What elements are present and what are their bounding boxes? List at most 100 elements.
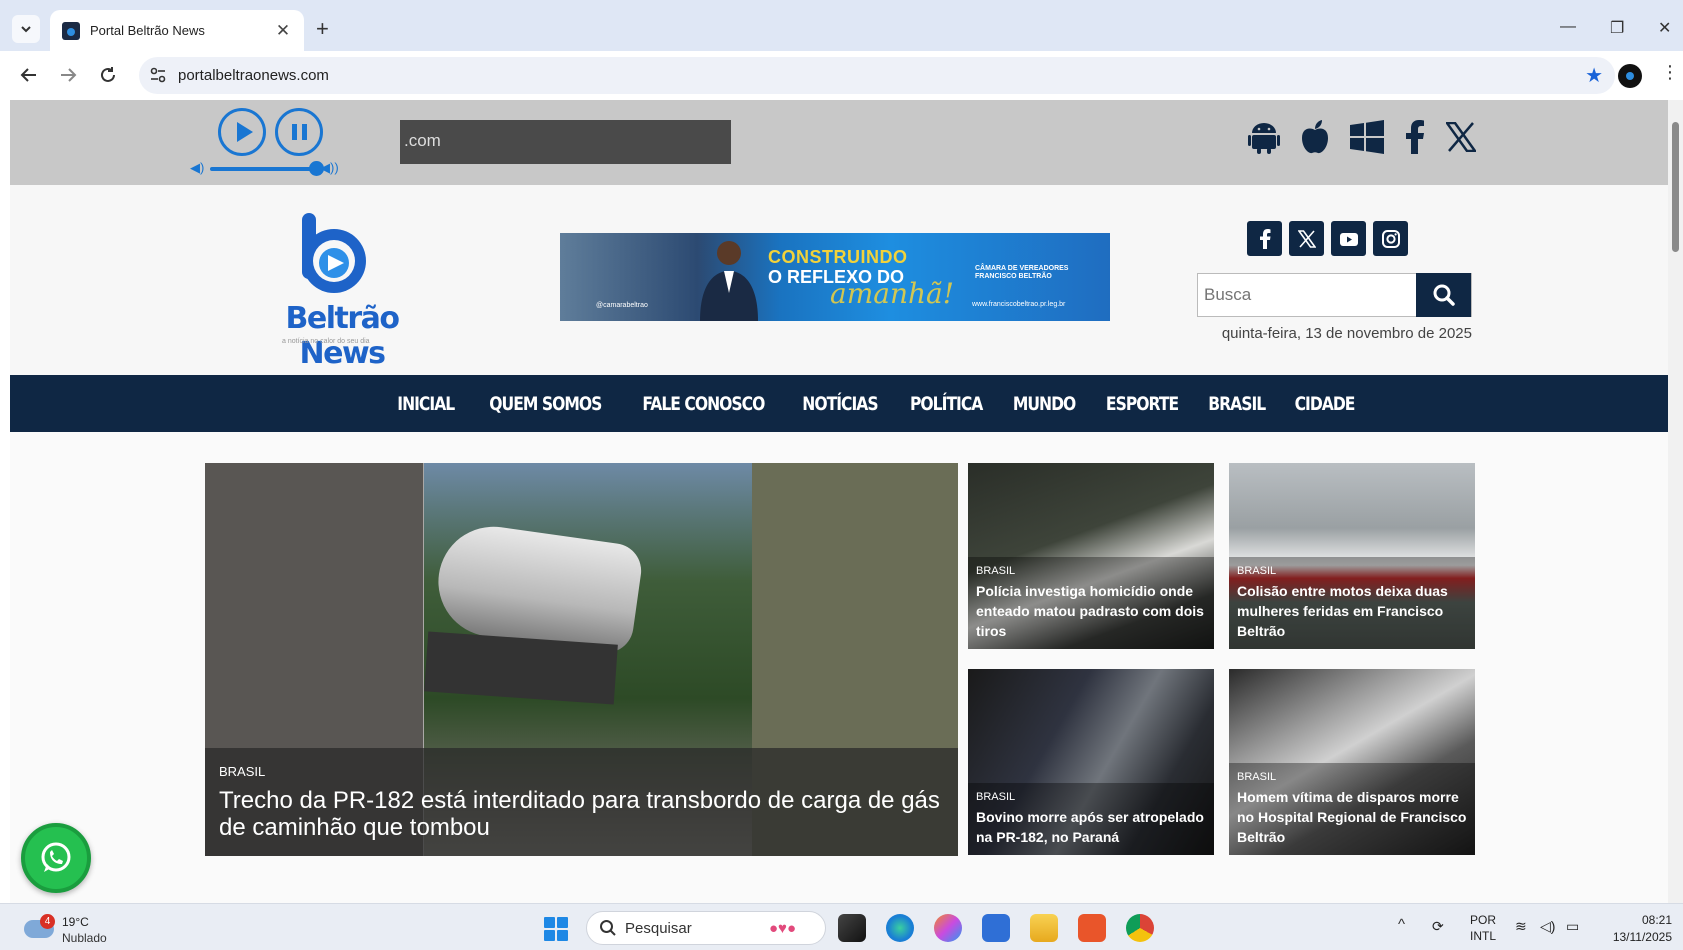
nav-item-mundo[interactable]: MUNDO bbox=[1013, 393, 1076, 415]
news-grid: BRASIL Trecho da PR-182 está interditado… bbox=[10, 432, 1678, 903]
banner-institution: CÂMARA DE VEREADORES FRANCISCO BELTRÃO bbox=[975, 265, 1069, 280]
reader-app-icon[interactable] bbox=[1078, 914, 1106, 942]
news-card-caption: BRASIL Colisão entre motos deixa duas mu… bbox=[1229, 557, 1475, 649]
x-twitter-icon[interactable] bbox=[1289, 221, 1324, 256]
nav-item-cidade[interactable]: CIDADE bbox=[1294, 393, 1355, 415]
edge-browser-icon[interactable] bbox=[886, 914, 914, 942]
featured-story[interactable]: BRASIL Trecho da PR-182 está interditado… bbox=[205, 463, 958, 856]
browser-menu-icon[interactable]: ⋮ bbox=[1661, 63, 1679, 81]
search-input[interactable] bbox=[1198, 274, 1418, 316]
page-viewport: ◀) ◀)) .com Beltrão News a notícia no ca… bbox=[10, 100, 1678, 903]
windows-logo-icon bbox=[544, 917, 555, 928]
news-card[interactable]: BRASIL Polícia investiga homicídio onde … bbox=[968, 463, 1214, 649]
wifi-icon[interactable]: ≋ bbox=[1515, 918, 1527, 935]
sync-icon[interactable]: ⟳ bbox=[1432, 918, 1444, 935]
featured-story-title[interactable]: Trecho da PR-182 está interditado para t… bbox=[219, 787, 944, 841]
news-card-category[interactable]: BRASIL bbox=[976, 791, 1206, 803]
battery-icon[interactable]: ▭ bbox=[1566, 918, 1579, 935]
facebook-icon[interactable] bbox=[1247, 221, 1282, 256]
tray-overflow-icon[interactable]: ^ bbox=[1398, 916, 1405, 933]
news-card-category[interactable]: BRASIL bbox=[1237, 771, 1467, 783]
news-card-title[interactable]: Polícia investiga homicídio onde enteado… bbox=[976, 581, 1206, 641]
profile-avatar[interactable] bbox=[1618, 64, 1642, 88]
news-card-title[interactable]: Homem vítima de disparos morre no Hospit… bbox=[1237, 787, 1467, 847]
tab-list-button[interactable] bbox=[12, 15, 40, 43]
input-language[interactable]: POR INTL bbox=[1470, 912, 1496, 944]
browser-tab-bar: Portal Beltrão News ✕ + — ❐ ✕ bbox=[0, 0, 1683, 51]
tab-close-icon[interactable]: ✕ bbox=[274, 21, 292, 41]
search-icon bbox=[600, 920, 616, 936]
nav-item-inicial[interactable]: INICIAL bbox=[397, 393, 455, 415]
copilot-icon[interactable] bbox=[934, 914, 962, 942]
scrollbar-thumb[interactable] bbox=[1672, 122, 1679, 252]
facebook-icon[interactable] bbox=[1404, 120, 1426, 154]
news-card-category[interactable]: BRASIL bbox=[1237, 565, 1467, 577]
banner-handle: @camarabeltrao bbox=[596, 302, 648, 309]
news-card[interactable]: BRASIL Colisão entre motos deixa duas mu… bbox=[1229, 463, 1475, 649]
clock-date: 13/11/2025 bbox=[1612, 930, 1672, 944]
task-view-icon[interactable] bbox=[838, 914, 866, 942]
logo-tagline: a notícia no calor do seu dia bbox=[282, 338, 370, 345]
instagram-icon[interactable] bbox=[1373, 221, 1408, 256]
apple-icon[interactable] bbox=[1300, 120, 1330, 154]
reload-icon[interactable] bbox=[96, 63, 120, 87]
address-bar[interactable]: portalbeltraonews.com ★ bbox=[139, 57, 1615, 94]
pause-button[interactable] bbox=[275, 108, 323, 156]
language-code: POR bbox=[1470, 913, 1497, 927]
file-explorer-icon[interactable] bbox=[1030, 914, 1058, 942]
bookmark-star-icon[interactable]: ★ bbox=[1585, 63, 1603, 88]
whatsapp-button[interactable] bbox=[21, 823, 91, 893]
nav-item-quem-somos[interactable]: QUEM SOMOS bbox=[489, 393, 602, 415]
news-card[interactable]: BRASIL Bovino morre após ser atropelado … bbox=[968, 669, 1214, 855]
news-card[interactable]: BRASIL Homem vítima de disparos morre no… bbox=[1229, 669, 1475, 855]
windows-icon[interactable] bbox=[1350, 120, 1384, 154]
banner-person-illustration bbox=[700, 241, 758, 321]
volume-slider[interactable] bbox=[210, 167, 318, 171]
site-settings-icon[interactable] bbox=[149, 66, 167, 89]
page-scrollbar[interactable] bbox=[1668, 100, 1683, 903]
taskbar-search-label: Pesquisar bbox=[625, 920, 692, 937]
truck-chassis-shape bbox=[424, 631, 618, 705]
volume-mute-icon[interactable]: ◀) bbox=[190, 160, 204, 176]
start-button[interactable] bbox=[544, 917, 568, 941]
close-window-icon[interactable]: ✕ bbox=[1658, 18, 1671, 38]
nav-item-brasil[interactable]: BRASIL bbox=[1209, 393, 1267, 415]
x-twitter-icon[interactable] bbox=[1446, 122, 1476, 152]
chrome-icon[interactable] bbox=[1126, 914, 1154, 942]
taskbar-search[interactable]: Pesquisar ●♥● bbox=[586, 911, 826, 945]
windows-taskbar: 4 19°C Nublado Pesquisar ●♥● ^ ⟳ POR INT… bbox=[0, 903, 1683, 950]
microsoft-store-icon[interactable] bbox=[982, 914, 1010, 942]
clock-time: 08:21 bbox=[1641, 913, 1672, 927]
logo-mark-icon bbox=[302, 213, 366, 293]
news-card-title[interactable]: Bovino morre após ser atropelado na PR-1… bbox=[976, 807, 1206, 847]
banner-url: www.franciscobeltrao.pr.leg.br bbox=[972, 301, 1066, 308]
youtube-icon[interactable] bbox=[1331, 221, 1366, 256]
site-search bbox=[1197, 273, 1472, 317]
new-tab-plus-icon[interactable]: + bbox=[316, 16, 329, 42]
news-card-title[interactable]: Colisão entre motos deixa duas mulheres … bbox=[1237, 581, 1467, 641]
nav-item-política[interactable]: POLÍTICA bbox=[910, 393, 983, 415]
news-card-category[interactable]: BRASIL bbox=[976, 565, 1206, 577]
site-favicon-icon bbox=[62, 21, 80, 40]
android-icon[interactable] bbox=[1248, 120, 1280, 154]
minimize-icon[interactable]: — bbox=[1560, 18, 1576, 36]
system-clock[interactable]: 08:21 13/11/2025 bbox=[1600, 912, 1672, 946]
featured-story-category[interactable]: BRASIL bbox=[219, 764, 944, 779]
nav-item-notícias[interactable]: NOTÍCIAS bbox=[802, 393, 878, 415]
back-arrow-icon[interactable] bbox=[17, 63, 41, 87]
nav-item-esporte[interactable]: ESPORTE bbox=[1106, 393, 1179, 415]
news-card-caption: BRASIL Homem vítima de disparos morre no… bbox=[1229, 763, 1475, 855]
chevron-down-icon bbox=[21, 26, 31, 33]
play-button[interactable] bbox=[218, 108, 266, 156]
nav-item-fale-conosco[interactable]: FALE CONOSCO bbox=[643, 393, 766, 415]
site-logo[interactable]: Beltrão News a notícia no calor do seu d… bbox=[262, 211, 422, 371]
active-tab[interactable]: Portal Beltrão News ✕ bbox=[50, 10, 304, 51]
search-button[interactable] bbox=[1416, 273, 1471, 317]
weather-widget[interactable]: 4 19°C Nublado bbox=[24, 914, 134, 945]
keyboard-layout: INTL bbox=[1470, 929, 1497, 943]
volume-icon[interactable]: ◁) bbox=[1540, 918, 1555, 935]
restore-icon[interactable]: ❐ bbox=[1610, 18, 1624, 38]
forward-arrow-icon[interactable] bbox=[56, 63, 80, 87]
volume-max-icon[interactable]: ◀)) bbox=[320, 160, 339, 176]
ad-banner[interactable]: CONSTRUINDO O REFLEXO DO amanhã! CÂMARA … bbox=[560, 233, 1110, 321]
